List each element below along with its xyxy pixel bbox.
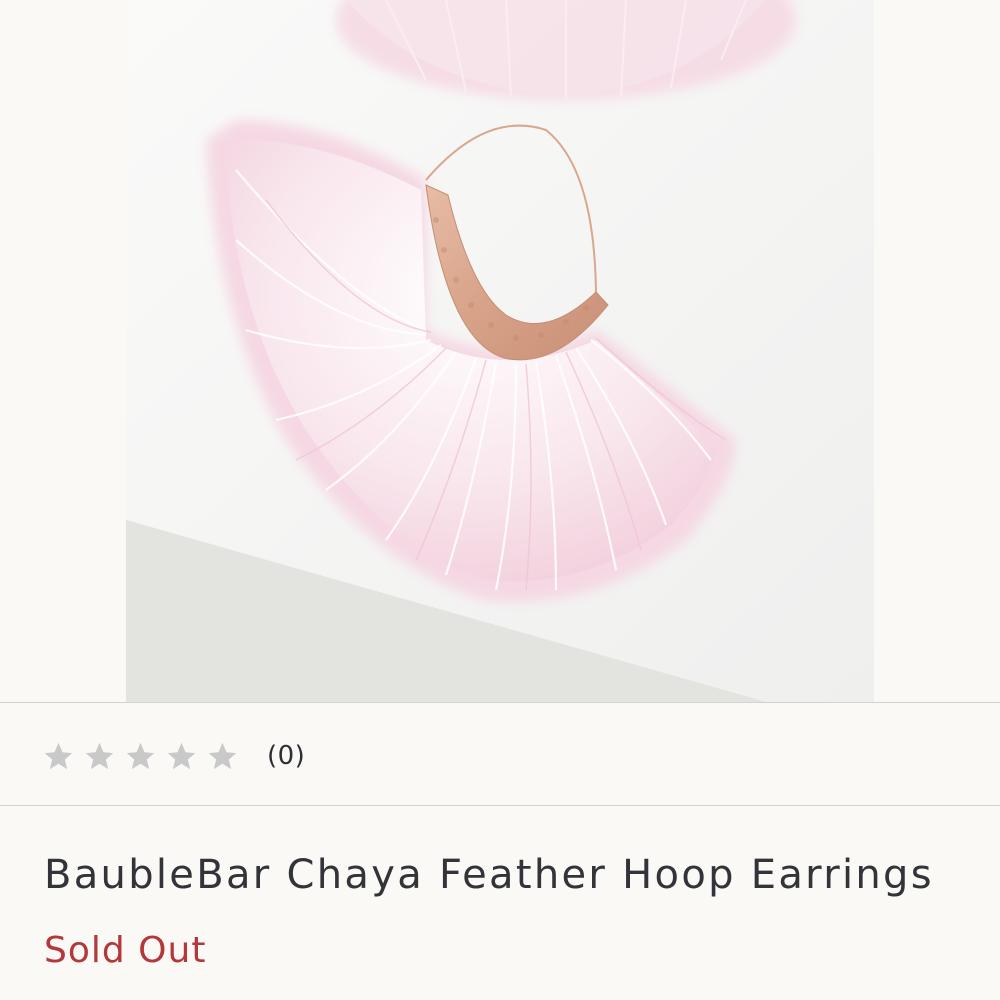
rating-row[interactable]: (0) [42, 728, 305, 784]
star-icon [83, 740, 116, 773]
star-icon [42, 740, 75, 773]
product-page: (0) BaubleBar Chaya Feather Hoop Earring… [0, 0, 1000, 1000]
divider-middle [0, 805, 1000, 806]
star-rating [42, 740, 247, 773]
product-image-area [0, 0, 1000, 702]
stock-status: Sold Out [44, 930, 207, 971]
feather-earrings-illustration [126, 0, 874, 702]
star-icon [124, 740, 157, 773]
divider-top [0, 702, 1000, 703]
star-icon [165, 740, 198, 773]
review-count[interactable]: (0) [267, 741, 305, 771]
product-image[interactable] [126, 0, 874, 702]
star-icon [206, 740, 239, 773]
product-title: BaubleBar Chaya Feather Hoop Earrings [44, 852, 934, 898]
